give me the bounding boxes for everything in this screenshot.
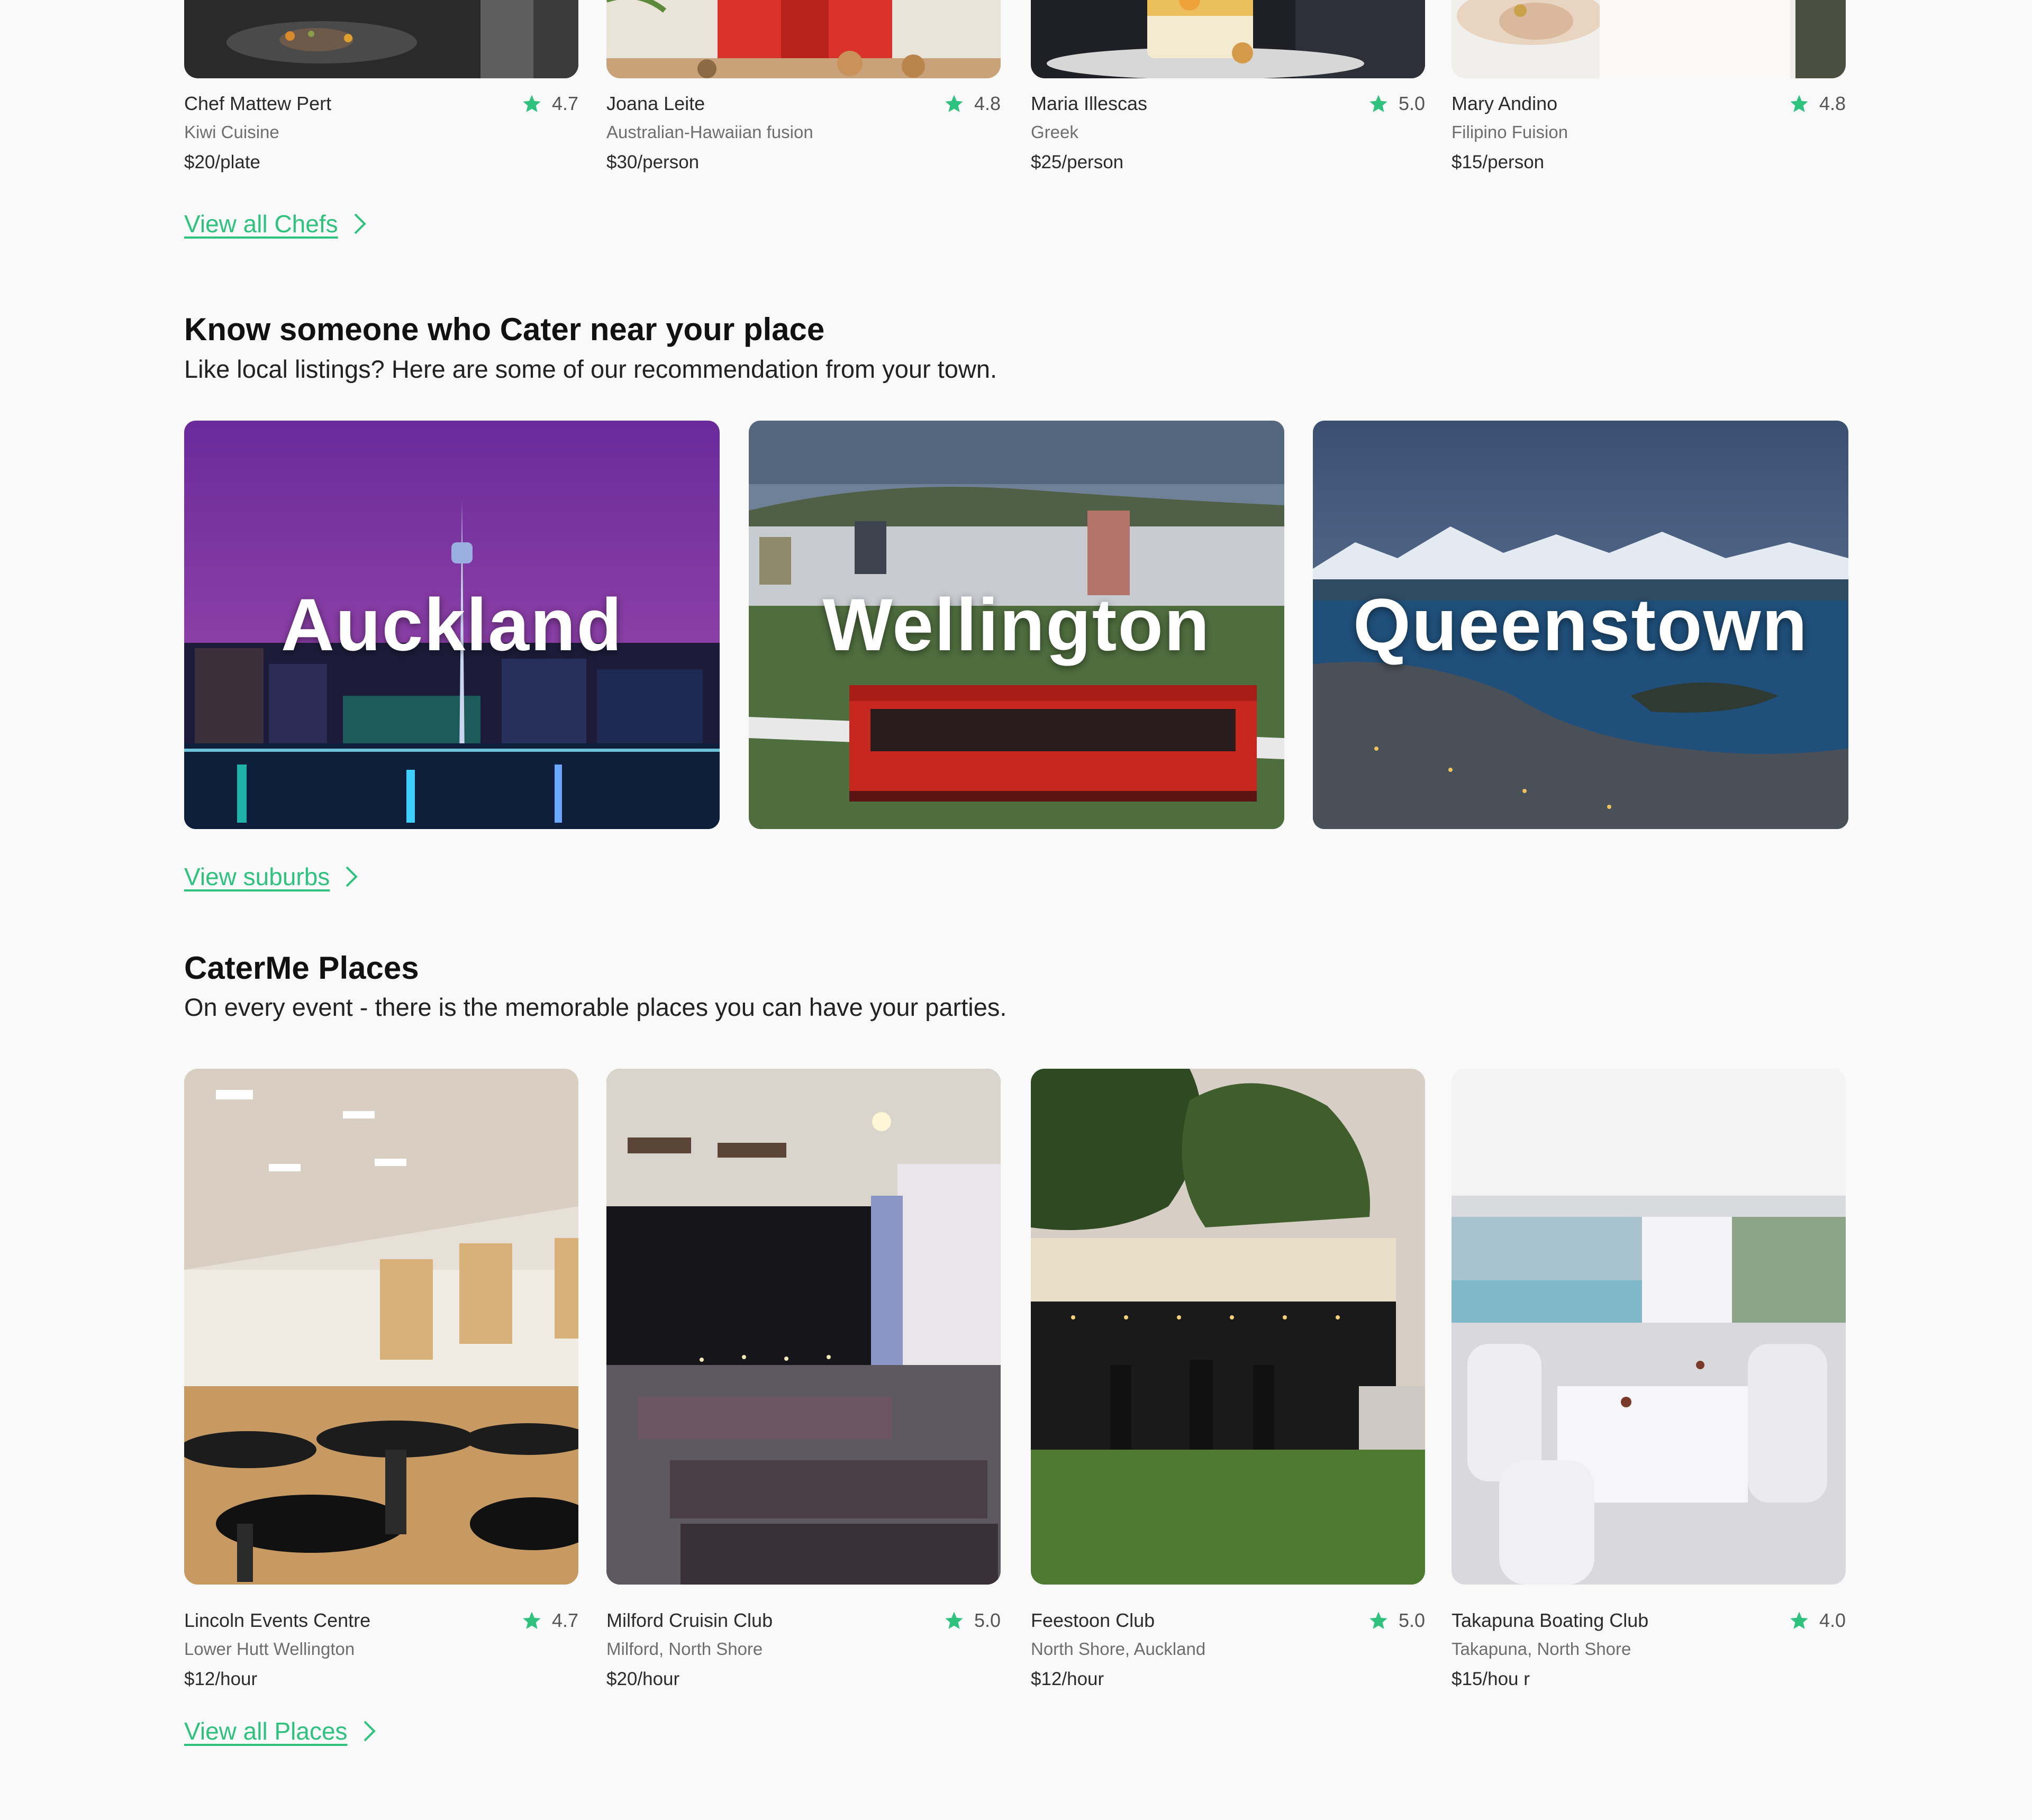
chevron-right-icon: [364, 1721, 376, 1742]
place-location: Lower Hutt Wellington: [184, 1639, 355, 1659]
star-icon: [523, 95, 541, 112]
place-price: $20/hour: [606, 1669, 680, 1689]
chef-rating-value: 4.8: [1819, 93, 1846, 114]
place-rating-value: 4.0: [1819, 1609, 1846, 1631]
view-all-chefs-label: View all Chefs: [184, 210, 338, 238]
chef-rating-value: 5.0: [1398, 93, 1425, 114]
city-card-queenstown[interactable]: Queenstown: [1313, 421, 1848, 829]
star-icon: [1790, 1612, 1808, 1629]
place-photo: [606, 1069, 1001, 1585]
chef-price: $20/plate: [184, 152, 261, 172]
chef-rating-value: 4.8: [974, 93, 1001, 114]
chef-cuisine: Australian-Hawaiian fusion: [606, 122, 813, 142]
star-icon: [1369, 95, 1387, 112]
chef-price: $25/person: [1031, 152, 1124, 172]
place-photo: [1452, 1069, 1846, 1585]
view-all-places-label: View all Places: [184, 1717, 348, 1745]
place-price: $15/hou r: [1452, 1669, 1530, 1689]
chef-rating-value: 4.7: [551, 93, 578, 114]
place-rating: 5.0: [1368, 1609, 1425, 1632]
chef-name: Chef Mattew Pert: [184, 93, 332, 114]
place-rating-value: 4.7: [551, 1609, 578, 1631]
chef-name: Mary Andino: [1452, 93, 1558, 114]
local-section-subtitle: Like local listings? Here are some of ou…: [184, 355, 997, 383]
chef-rating: 4.8: [944, 93, 1001, 115]
chef-photo: [184, 0, 578, 78]
place-photo: [1031, 1069, 1425, 1585]
chef-name: Maria Illescas: [1031, 93, 1148, 114]
chef-photo: [606, 0, 1001, 78]
star-icon: [1369, 1612, 1387, 1629]
chef-name: Joana Leite: [606, 93, 705, 114]
chef-price: $15/person: [1452, 152, 1545, 172]
star-icon: [1790, 95, 1808, 112]
city-name: Queenstown: [1353, 583, 1809, 666]
city-card-auckland[interactable]: Auckland: [184, 421, 720, 829]
chef-cuisine: Greek: [1031, 122, 1078, 142]
star-icon: [523, 1612, 541, 1629]
star-icon: [945, 1612, 963, 1629]
chef-rating: 5.0: [1368, 93, 1425, 115]
place-price: $12/hour: [184, 1669, 258, 1689]
place-name: Takapuna Boating Club: [1452, 1609, 1649, 1631]
place-rating: 5.0: [944, 1609, 1001, 1632]
city-card-wellington[interactable]: Wellington: [749, 421, 1284, 829]
view-all-places-link[interactable]: View all Places: [184, 1717, 377, 1745]
place-name: Milford Cruisin Club: [606, 1609, 773, 1631]
city-name: Auckland: [280, 583, 623, 666]
chef-rating: 4.7: [521, 93, 578, 115]
chevron-right-icon: [354, 213, 366, 234]
star-icon: [945, 95, 963, 112]
chef-photo: [1452, 0, 1846, 78]
place-name: Feestoon Club: [1031, 1609, 1155, 1631]
chef-price: $30/person: [606, 152, 700, 172]
place-price: $12/hour: [1031, 1669, 1104, 1689]
places-section-subtitle: On every event - there is the memorable …: [184, 993, 1007, 1021]
place-location: Milford, North Shore: [606, 1639, 763, 1659]
page: Chef Mattew Pert 4.7 Kiwi Cuisine $20/pl…: [0, 0, 2032, 1820]
chef-cuisine: Filipino Fuision: [1452, 122, 1568, 142]
view-suburbs-link[interactable]: View suburbs: [184, 862, 359, 891]
city-name: Wellington: [822, 583, 1211, 666]
chef-cuisine: Kiwi Cuisine: [184, 122, 279, 142]
view-all-chefs-link[interactable]: View all Chefs: [184, 210, 368, 238]
local-section-title: Know someone who Cater near your place: [184, 312, 825, 347]
place-location: North Shore, Auckland: [1031, 1639, 1206, 1659]
place-rating: 4.0: [1789, 1609, 1846, 1632]
place-location: Takapuna, North Shore: [1452, 1639, 1631, 1659]
place-name: Lincoln Events Centre: [184, 1609, 371, 1631]
place-rating-value: 5.0: [974, 1609, 1001, 1631]
place-photo: [184, 1069, 578, 1585]
place-rating: 4.7: [521, 1609, 578, 1632]
view-suburbs-label: View suburbs: [184, 863, 330, 890]
chevron-right-icon: [346, 866, 358, 887]
places-section-title: CaterMe Places: [184, 950, 419, 986]
chef-rating: 4.8: [1789, 93, 1846, 115]
place-rating-value: 5.0: [1398, 1609, 1425, 1631]
chef-photo: [1031, 0, 1425, 78]
